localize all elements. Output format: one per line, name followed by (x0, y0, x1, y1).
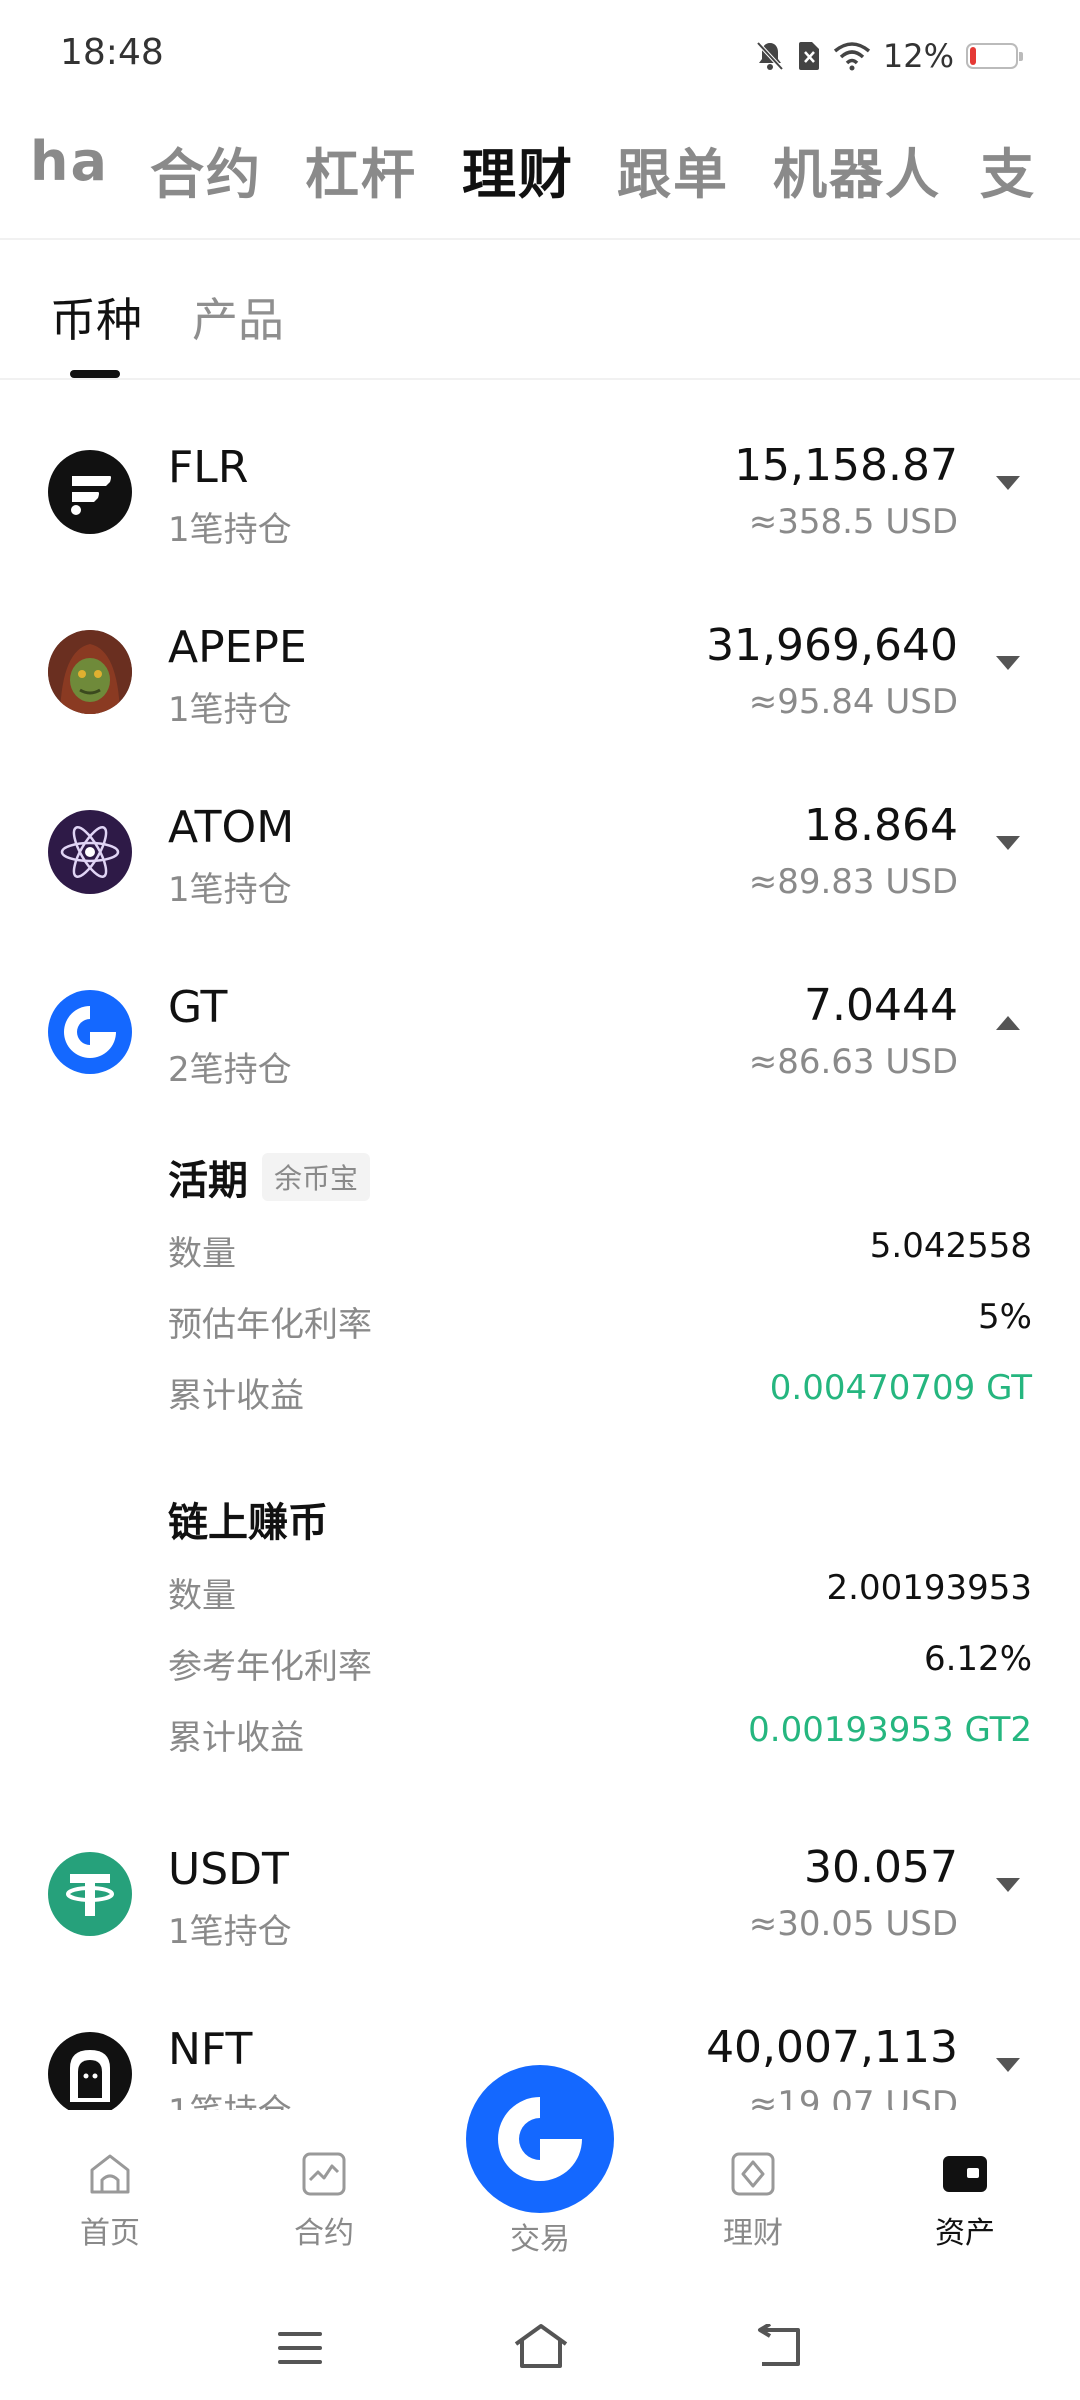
nav-label: 理财 (723, 2216, 783, 2251)
bell-off-icon (756, 41, 784, 71)
earn-icon (731, 2152, 775, 2196)
nav-home[interactable]: 首页 (50, 2148, 170, 2252)
detail-value: 2.00193953 (826, 1568, 1033, 1608)
detail-earnings-value: 0.00193953 GT2 (748, 1710, 1032, 1750)
tab-alpha[interactable]: ha (30, 130, 109, 193)
top-category-tabs[interactable]: ha 合约 杠杆 理财 跟单 机器人 支 (0, 130, 1080, 230)
detail-label: 累计收益 (168, 1376, 304, 1416)
coin-amount: 31,969,640 (706, 620, 958, 671)
tab-futures[interactable]: 合约 (150, 130, 262, 209)
chevron-up-icon[interactable] (996, 1016, 1020, 1030)
futures-chart-icon (302, 2152, 346, 2196)
nav-label: 首页 (80, 2216, 140, 2251)
back-icon[interactable] (754, 2324, 804, 2370)
chevron-down-icon[interactable] (996, 836, 1020, 850)
coin-positions: 1笔持仓 (168, 1912, 292, 1952)
tab-pay[interactable]: 支 (980, 130, 1036, 209)
nav-assets[interactable]: 资产 (905, 2148, 1025, 2252)
coin-amount: 7.0444 (804, 980, 958, 1031)
gate-logo-icon (48, 990, 132, 1074)
trade-button[interactable] (466, 2065, 614, 2213)
coin-name: ATOM (168, 802, 295, 853)
cosmos-logo-icon (48, 810, 132, 894)
detail-value: 5.042558 (869, 1226, 1032, 1266)
coin-amount: 18.864 (804, 800, 958, 851)
coin-name: USDT (168, 1844, 289, 1895)
coin-usd-value: ≈95.84 USD (748, 682, 958, 722)
system-nav-bar (0, 2300, 1080, 2400)
asset-row-gt[interactable]: GT 2笔持仓 7.0444 ≈86.63 USD (0, 960, 1080, 1140)
nav-earn[interactable]: 理财 (693, 2148, 813, 2252)
detail-flexible-header: 活期 余币宝 (168, 1148, 371, 1206)
detail-label: 参考年化利率 (168, 1647, 372, 1687)
detail-value: 5% (978, 1297, 1032, 1337)
chevron-down-icon[interactable] (996, 1878, 1020, 1892)
sim-off-icon (798, 42, 819, 70)
gate-trade-icon (498, 2097, 582, 2181)
apenft-logo-icon (48, 2032, 132, 2110)
battery-icon (966, 43, 1023, 69)
detail-value: 6.12% (923, 1639, 1032, 1679)
coin-name: FLR (168, 442, 249, 493)
coin-amount: 30.057 (804, 1842, 958, 1893)
battery-percent: 12% (882, 37, 954, 75)
coin-usd-value: ≈19.07 USD (748, 2084, 958, 2110)
divider (0, 238, 1080, 240)
nav-label: 资产 (935, 2216, 995, 2251)
flare-logo-icon (48, 450, 132, 534)
home-icon (90, 2154, 130, 2194)
asset-row-usdt[interactable]: USDT 1笔持仓 30.057 ≈30.05 USD (0, 1822, 1080, 2002)
tab-earn[interactable]: 理财 (462, 130, 574, 209)
status-icons: 12% (755, 36, 1023, 76)
coin-positions: 2笔持仓 (168, 1050, 292, 1090)
coin-positions: 1笔持仓 (168, 2084, 292, 2110)
chevron-down-icon[interactable] (996, 476, 1020, 490)
nav-futures[interactable]: 合约 (264, 2148, 384, 2252)
detail-label: 累计收益 (168, 1718, 304, 1758)
detail-label: 数量 (168, 1234, 236, 1274)
subtab-products[interactable]: 产品 (192, 284, 284, 350)
coin-usd-value: ≈86.63 USD (748, 1042, 958, 1082)
coin-positions: 1笔持仓 (168, 690, 292, 730)
coin-positions: 1笔持仓 (168, 870, 292, 910)
chevron-down-icon[interactable] (996, 656, 1020, 670)
coin-amount: 40,007,113 (706, 2022, 958, 2073)
asset-row-atom[interactable]: ATOM 1笔持仓 18.864 ≈89.83 USD (0, 780, 1080, 960)
tab-copy-trading[interactable]: 跟单 (617, 130, 729, 209)
status-time: 18:48 (60, 32, 164, 73)
coin-positions: 1笔持仓 (168, 510, 292, 550)
wifi-icon (833, 42, 870, 71)
nav-label: 合约 (294, 2216, 354, 2251)
coin-name: NFT (168, 2024, 253, 2075)
coin-name: GT (168, 982, 228, 1033)
asset-row-flr[interactable]: FLR 1笔持仓 15,158.87 ≈358.5 USD (0, 420, 1080, 600)
detail-title: 活期 (168, 1158, 248, 1204)
apepe-logo-icon (48, 630, 132, 714)
coin-name: APEPE (168, 622, 307, 673)
asset-row-apepe[interactable]: APEPE 1笔持仓 31,969,640 ≈95.84 USD (0, 600, 1080, 780)
chevron-down-icon[interactable] (996, 2058, 1020, 2072)
coin-usd-value: ≈89.83 USD (748, 862, 958, 902)
detail-label: 数量 (168, 1576, 236, 1616)
detail-title: 链上赚币 (168, 1500, 328, 1546)
home-nav-icon[interactable] (512, 2322, 570, 2372)
coin-usd-value: ≈358.5 USD (748, 502, 958, 542)
menu-icon[interactable] (276, 2328, 324, 2368)
subtab-coins[interactable]: 币种 (50, 284, 142, 350)
tab-margin[interactable]: 杠杆 (305, 130, 417, 209)
coin-amount: 15,158.87 (734, 440, 958, 491)
detail-earnings-value: 0.00470709 GT (769, 1368, 1032, 1408)
product-badge: 余币宝 (262, 1153, 371, 1201)
tether-logo-icon (48, 1852, 132, 1936)
tab-bots[interactable]: 机器人 (773, 130, 941, 209)
wallet-icon (943, 2156, 987, 2192)
coin-usd-value: ≈30.05 USD (748, 1904, 958, 1944)
subtab-active-indicator (70, 370, 120, 378)
detail-label: 预估年化利率 (168, 1305, 372, 1345)
nav-label-trade: 交易 (510, 2222, 570, 2257)
divider (0, 378, 1080, 380)
